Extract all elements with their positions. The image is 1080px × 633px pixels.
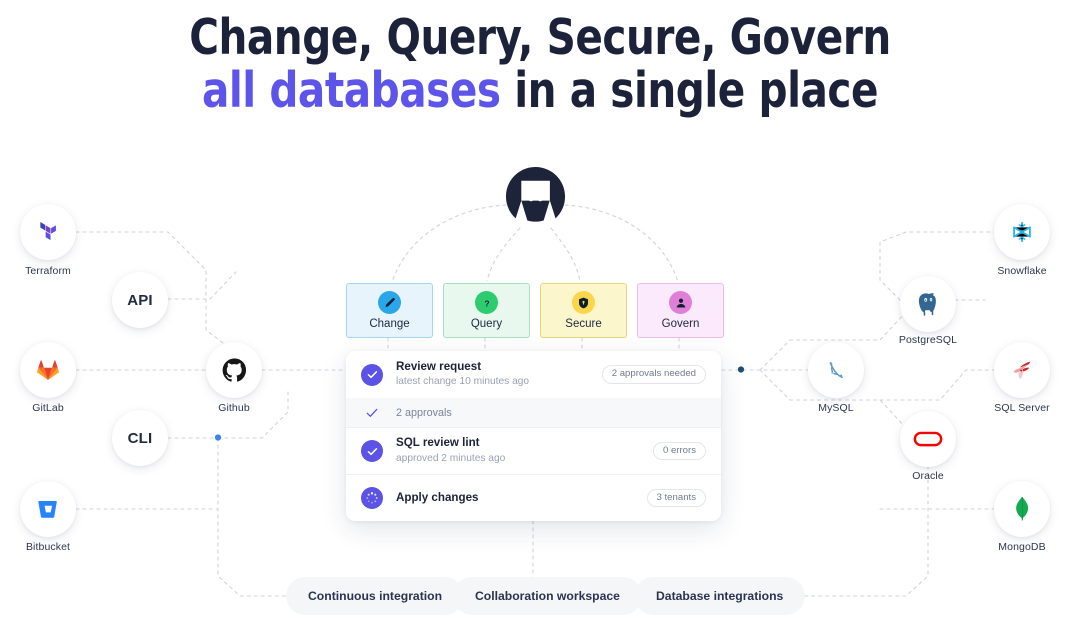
bitbucket-icon <box>33 494 63 524</box>
oracle-icon <box>913 424 943 454</box>
workflow-row-apply-changes[interactable]: Apply changes 3 tenants <box>346 474 721 521</box>
wire-cli-up <box>217 391 289 439</box>
workflow-row-text: Apply changes <box>396 491 647 505</box>
workflow-row-review-request[interactable]: Review request latest change 10 minutes … <box>346 351 721 398</box>
workflow-row-approvals[interactable]: 2 approvals <box>346 398 721 427</box>
terraform-icon <box>33 217 63 247</box>
workflow-card: Review request latest change 10 minutes … <box>346 351 721 521</box>
spinner-icon <box>361 487 383 509</box>
workflow-badge-approvals-needed: 2 approvals needed <box>601 365 706 384</box>
workflow-approvals-label: 2 approvals <box>396 406 452 419</box>
node-label-mysql: MySQL <box>818 402 854 414</box>
node-gitlab[interactable] <box>20 342 76 398</box>
workflow-title: Review request <box>396 359 482 373</box>
bottom-pill-database-integrations[interactable]: Database integrations <box>634 577 806 615</box>
node-oracle[interactable] <box>900 411 956 467</box>
node-label-sql-server: SQL Server <box>994 402 1050 414</box>
wire-oracle-bottom <box>785 465 929 597</box>
workflow-badge-tenants: 3 tenants <box>646 488 706 508</box>
svg-text:?: ? <box>484 298 489 308</box>
headline-line-1: Change, Query, Secure, Govern <box>189 9 891 66</box>
bottom-pill-label: Collaboration workspace <box>475 589 620 603</box>
page-title: Change, Query, Secure, Govern all databa… <box>43 9 1037 119</box>
node-label-github: Github <box>218 402 250 414</box>
bottom-pill-continuous-integration[interactable]: Continuous integration <box>286 577 465 615</box>
workflow-badge-errors: 0 errors <box>652 441 706 461</box>
bottom-pill-label: Database integrations <box>656 589 784 603</box>
category-card-secure[interactable]: Secure <box>540 283 627 338</box>
check-circle-filled-icon <box>361 363 383 386</box>
connector-dot-right <box>737 366 745 373</box>
headline-rest: in a single place <box>500 61 879 119</box>
workflow-title: Apply changes <box>396 490 479 504</box>
connector-dot-left <box>214 434 222 441</box>
category-label-change: Change <box>369 318 410 330</box>
node-mysql[interactable] <box>808 342 864 398</box>
headline-line-2: all databases in a single place <box>43 61 1037 119</box>
user-icon <box>669 291 692 314</box>
node-github[interactable] <box>206 342 262 398</box>
question-icon: ? <box>475 291 498 314</box>
bytebase-logo <box>505 166 566 227</box>
node-label-cli: CLI <box>127 429 153 447</box>
wire-sqlserver <box>879 369 996 401</box>
workflow-subtitle: approved 2 minutes ago <box>396 452 506 464</box>
snowflake-icon <box>1007 217 1037 247</box>
node-label-bitbucket: Bitbucket <box>25 541 71 553</box>
category-label-secure: Secure <box>565 318 602 330</box>
category-card-query[interactable]: ? Query <box>443 283 530 338</box>
node-sql-server[interactable] <box>994 342 1050 398</box>
postgresql-icon <box>913 289 943 319</box>
workflow-row-sql-review-lint[interactable]: SQL review lint approved 2 minutes ago 0… <box>346 427 721 474</box>
category-label-query: Query <box>470 318 503 330</box>
sql-server-icon <box>1007 355 1037 385</box>
workflow-row-text: SQL review lint approved 2 minutes ago <box>396 436 653 465</box>
category-label-govern: Govern <box>661 318 700 330</box>
node-label-snowflake: Snowflake <box>997 265 1047 277</box>
gitlab-icon <box>33 355 63 385</box>
wire-logo-change <box>391 204 507 283</box>
wire-logo-query <box>486 227 521 282</box>
category-card-change[interactable]: Change <box>346 283 433 338</box>
workflow-row-text: Review request latest change 10 minutes … <box>396 360 602 389</box>
node-label-terraform: Terraform <box>25 265 71 277</box>
workflow-title: SQL review lint <box>396 436 480 450</box>
wire-logo-govern <box>564 204 679 283</box>
mongodb-icon <box>1007 494 1037 524</box>
pencil-icon <box>378 291 401 314</box>
node-label-oracle: Oracle <box>912 470 944 482</box>
infographic-root: Change, Query, Secure, Govern all databa… <box>0 0 1080 633</box>
node-mongodb[interactable] <box>994 481 1050 537</box>
node-api[interactable]: API <box>112 272 168 328</box>
wire-left-trunk-bottom <box>217 437 293 597</box>
check-circle-filled-icon <box>361 440 383 462</box>
workflow-subtitle: latest change 10 minutes ago <box>396 376 530 388</box>
node-label-gitlab: GitLab <box>32 402 64 414</box>
shield-icon <box>572 291 595 314</box>
node-label-mongodb: MongoDB <box>998 541 1046 553</box>
node-postgresql[interactable] <box>900 276 956 332</box>
check-thin-icon <box>361 402 383 424</box>
node-cli[interactable]: CLI <box>112 410 168 466</box>
wire-logo-secure <box>550 227 581 282</box>
node-bitbucket[interactable] <box>20 481 76 537</box>
bytebase-logo-icon <box>505 166 566 222</box>
github-icon <box>219 355 249 385</box>
node-terraform[interactable] <box>20 204 76 260</box>
mysql-icon <box>821 355 851 385</box>
category-card-govern[interactable]: Govern <box>637 283 724 338</box>
bottom-pill-label: Continuous integration <box>308 589 443 603</box>
bottom-pill-collaboration-workspace[interactable]: Collaboration workspace <box>453 577 642 615</box>
wire-api <box>167 271 237 300</box>
headline-accent: all databases <box>201 61 501 119</box>
node-label-api: API <box>127 291 153 309</box>
node-snowflake[interactable] <box>994 204 1050 260</box>
node-label-postgresql: PostgreSQL <box>898 334 958 346</box>
